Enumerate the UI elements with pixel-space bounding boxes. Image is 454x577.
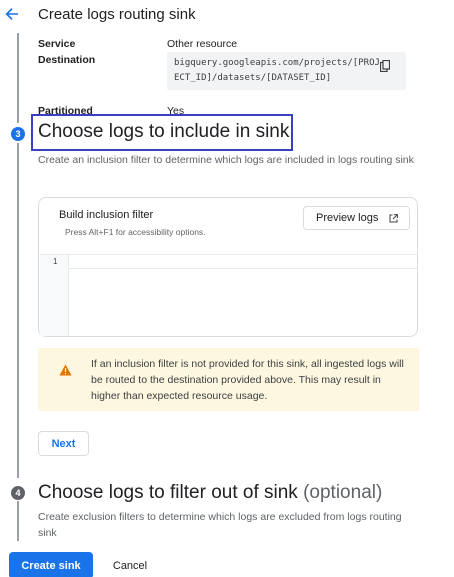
step-3-title: Choose logs to include in sink bbox=[38, 121, 290, 142]
step-4-description: Create exclusion filters to determine wh… bbox=[38, 511, 402, 539]
query-editor[interactable]: 1 bbox=[40, 254, 417, 336]
destination-value: bigquery.googleapis.com/projects/[PROJEC… bbox=[174, 58, 380, 83]
page-header: Create logs routing sink bbox=[0, 0, 454, 30]
line-number: 1 bbox=[53, 257, 58, 266]
open-in-new-icon bbox=[389, 214, 398, 223]
preview-logs-label: Preview logs bbox=[316, 212, 379, 224]
warning-icon bbox=[59, 363, 72, 376]
filter-title: Build inclusion filter bbox=[59, 209, 154, 221]
step-3-description: Create an inclusion filter to determine … bbox=[38, 154, 414, 166]
next-button[interactable]: Next bbox=[38, 431, 89, 456]
step-4-optional: (optional) bbox=[303, 482, 383, 503]
copy-icon[interactable] bbox=[379, 59, 391, 73]
editor-active-line[interactable] bbox=[69, 255, 417, 269]
editor-gutter: 1 bbox=[40, 255, 69, 336]
arrow-back-icon[interactable] bbox=[4, 4, 20, 24]
step-4-badge: 4 bbox=[11, 486, 25, 500]
stepper-rail bbox=[17, 33, 19, 123]
stepper-rail bbox=[17, 501, 19, 541]
step-4-title-text: Choose logs to filter out of sink bbox=[38, 482, 298, 503]
inclusion-filter-card: Build inclusion filter Press Alt+F1 for … bbox=[38, 197, 418, 337]
stepper-rail bbox=[17, 143, 19, 478]
service-value: Other resource bbox=[167, 38, 238, 50]
service-label: Service bbox=[38, 38, 76, 50]
step-3-badge: 3 bbox=[11, 127, 25, 141]
filter-hint: Press Alt+F1 for accessibility options. bbox=[65, 227, 206, 237]
page-title: Create logs routing sink bbox=[38, 6, 196, 23]
cancel-button[interactable]: Cancel bbox=[100, 552, 160, 577]
warning-banner: If an inclusion filter is not provided f… bbox=[38, 348, 419, 411]
create-sink-button[interactable]: Create sink bbox=[9, 552, 93, 577]
preview-logs-button[interactable]: Preview logs bbox=[303, 206, 410, 230]
step-4-title: Choose logs to filter out of sink (optio… bbox=[38, 482, 382, 504]
destination-code-box: bigquery.googleapis.com/projects/[PROJEC… bbox=[167, 52, 406, 90]
warning-text: If an inclusion filter is not provided f… bbox=[91, 358, 404, 402]
destination-label: Destination bbox=[38, 54, 96, 66]
